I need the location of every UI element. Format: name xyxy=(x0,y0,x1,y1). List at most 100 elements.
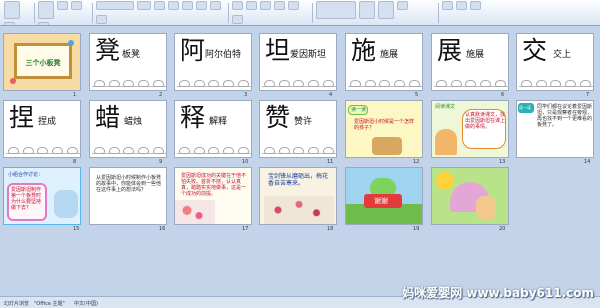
slide-word: 赞许 xyxy=(294,117,313,127)
slide-number: 6 xyxy=(501,92,505,98)
text-frame: 爱因斯坦制作第一个板凳时为什么要坚持做下去？ xyxy=(7,183,47,221)
slide-thumbnail[interactable]: 小组合作讨论： 爱因斯坦制作第一个板凳时为什么要坚持做下去？ xyxy=(3,167,81,225)
ribbon-group-slides xyxy=(38,1,90,25)
slide-sorter[interactable]: 三个小板凳 1 凳 板凳 2 阿 阿尔伯特 3 坦 爱因斯坦 4 施 施展 5 … xyxy=(0,26,600,296)
slide-word: 阿尔伯特 xyxy=(205,50,242,60)
slide-thumbnail[interactable]: 蜡 蜡烛 xyxy=(89,100,167,158)
slide-thumbnail[interactable]: 展 施展 xyxy=(431,33,509,91)
strike-button[interactable] xyxy=(196,1,207,10)
find-button[interactable] xyxy=(442,1,453,10)
plum-blossom-image xyxy=(175,200,215,224)
ribbon-group-paragraph xyxy=(232,1,310,25)
ribbon-toolbar xyxy=(0,0,600,26)
slide-character: 赞 xyxy=(265,103,291,132)
shapes-gallery[interactable] xyxy=(316,1,356,19)
slide-number: 16 xyxy=(159,226,166,232)
slide-thumbnail[interactable]: 捏 捏成 xyxy=(3,100,81,158)
align-right-button[interactable] xyxy=(232,14,243,24)
slide-thumbnail[interactable]: 阿 阿尔伯特 xyxy=(174,33,252,91)
ribbon-group-clipboard xyxy=(4,1,32,25)
underline-button[interactable] xyxy=(182,1,193,10)
align-center-button[interactable] xyxy=(288,1,299,10)
slide-number: 11 xyxy=(327,159,334,165)
slide-text: 从爱因斯坦小时候制作小板凳的故事中，你能体会到一些他在这件事上的想法吗？ xyxy=(96,175,162,193)
slide-thumbnail[interactable]: 读一读 同学们都在议论着爱因斯坦，只是观察者在旁观，再也找不到一个更难看的板凳了… xyxy=(516,100,594,158)
slide-character: 施 xyxy=(351,36,377,65)
slide-thumbnail[interactable]: 赞 赞许 xyxy=(259,100,337,158)
slide-text: 同学们都在议论着爱因斯坦，只是观察者在旁观，再也找不到一个更难看的板凳了。 xyxy=(537,104,593,128)
slide-thumbnail[interactable]: 释 解释 xyxy=(174,100,252,158)
slide-word: 施展 xyxy=(466,50,485,60)
italic-button[interactable] xyxy=(168,1,179,10)
indent-button[interactable] xyxy=(260,1,271,10)
slide-number: 9 xyxy=(159,159,163,165)
speech-bubble: 认真默读课文，找出爱因斯坦在课上做的事情。 xyxy=(462,109,506,149)
shadow-button[interactable] xyxy=(210,1,221,10)
slide-thumbnail[interactable]: 施 施展 xyxy=(345,33,423,91)
heading-label: 小组合作讨论： xyxy=(8,172,44,178)
slide-thumbnail[interactable]: 三个小板凳 xyxy=(3,33,81,91)
replace-button[interactable] xyxy=(456,1,467,10)
cloud-decoration xyxy=(262,74,336,87)
ribbon-separator xyxy=(312,3,313,23)
ribbon-group-drawing xyxy=(316,1,436,25)
slide-thumbnail[interactable]: 凳 板凳 xyxy=(89,33,167,91)
slide-thumbnail[interactable]: 阅读课文 认真默读课文，找出爱因斯坦在课上做的事情。 xyxy=(431,100,509,158)
slide-thumbnail[interactable]: 读一读 爱因斯坦小时候是一个怎样的孩子？ xyxy=(345,100,423,158)
ribbon-separator xyxy=(438,3,439,23)
font-name-box[interactable] xyxy=(96,1,134,10)
cloud-decoration xyxy=(434,74,508,87)
font-color-button[interactable] xyxy=(96,14,107,24)
character-image xyxy=(476,196,496,220)
select-button[interactable] xyxy=(470,1,481,10)
new-slide-button[interactable] xyxy=(38,1,54,19)
ribbon-separator xyxy=(92,3,93,23)
children-image xyxy=(372,137,402,155)
cloud-decoration xyxy=(177,74,251,87)
children-image xyxy=(54,190,78,218)
slide-character: 蜡 xyxy=(95,103,121,132)
slide-number: 14 xyxy=(584,159,591,165)
cloud-decoration xyxy=(348,74,422,87)
slide-thumbnail[interactable]: 交 交上 xyxy=(516,33,594,91)
slide-thumbnail[interactable]: 宝剑锋从磨砺出，梅花香自苦寒来。 xyxy=(259,167,337,225)
slide-word: 施展 xyxy=(380,50,399,60)
slide-number: 15 xyxy=(73,226,80,232)
slide-number: 10 xyxy=(242,159,249,165)
slide-thumbnail[interactable]: 爱因斯坦成功的关键在于他不怕失败。首折不挠，认认真真，踏踏实实地做事，这是一个成… xyxy=(174,167,252,225)
sun-image xyxy=(436,172,454,190)
slide-thumbnail[interactable]: 坦 爱因斯坦 xyxy=(259,33,337,91)
heading-label: 阅读课文 xyxy=(435,104,456,110)
cloud-decoration xyxy=(177,141,251,154)
slide-number: 20 xyxy=(499,226,506,232)
slide-number: 17 xyxy=(242,226,249,232)
slide-thumbnail[interactable]: 从爱因斯坦小时候制作小板凳的故事中，你能体会到一些他在这件事上的想法吗？ xyxy=(89,167,167,225)
numbering-button[interactable] xyxy=(246,1,257,10)
layout-button[interactable] xyxy=(57,1,68,10)
blackboard-image: 三个小板凳 xyxy=(14,43,72,79)
status-view: 幻灯片浏览 xyxy=(4,301,30,307)
slide-number: 4 xyxy=(329,92,333,98)
ribbon-group-editing xyxy=(442,1,502,25)
align-left-button[interactable] xyxy=(274,1,285,10)
ribbon-separator xyxy=(34,3,35,23)
reset-button[interactable] xyxy=(71,1,82,10)
slide-character: 释 xyxy=(180,103,206,132)
font-size-box[interactable] xyxy=(137,1,151,10)
slide-text: 宝剑锋从磨砺出，梅花香自苦寒来。 xyxy=(268,173,329,187)
slide-character: 捏 xyxy=(9,103,35,132)
watermark: 妈咪爱婴网 www.baby611.com xyxy=(402,286,594,300)
slide-thumbnail[interactable]: 谢谢 xyxy=(345,167,423,225)
slide-character: 坦 xyxy=(265,36,291,65)
quick-styles-button[interactable] xyxy=(378,1,394,19)
paste-button[interactable] xyxy=(4,1,20,19)
bullets-button[interactable] xyxy=(232,1,243,10)
slide-character: 阿 xyxy=(180,36,206,65)
slide-number: 3 xyxy=(244,92,248,98)
bold-button[interactable] xyxy=(154,1,165,10)
arrange-button[interactable] xyxy=(359,1,375,19)
slide-thumbnail[interactable] xyxy=(431,167,509,225)
slide-word: 板凳 xyxy=(122,50,141,60)
slide-number: 1 xyxy=(73,92,77,98)
shape-fill-button[interactable] xyxy=(397,1,408,10)
